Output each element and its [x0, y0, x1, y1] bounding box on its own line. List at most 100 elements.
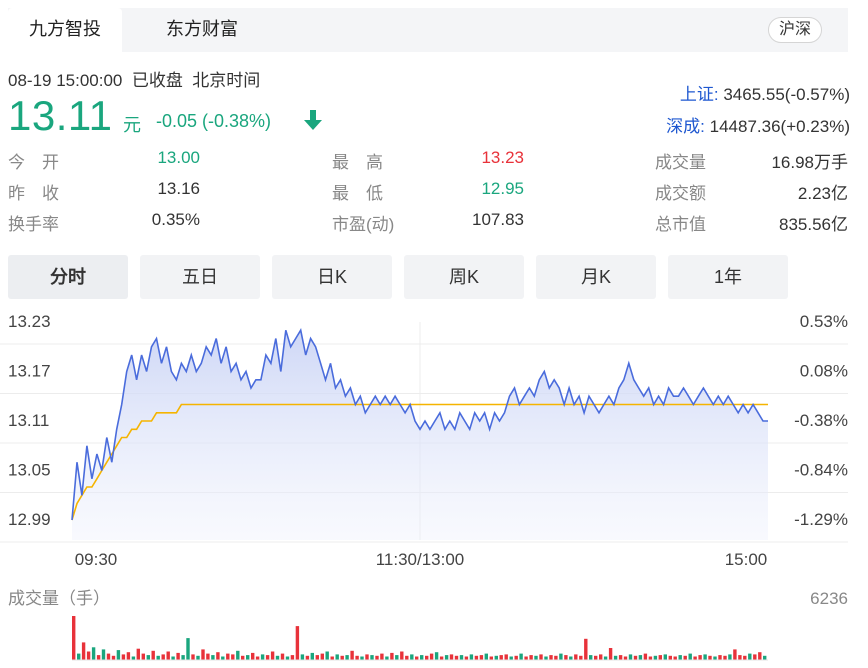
volume-bar	[370, 655, 374, 660]
intraday-chart[interactable]: 13.23 0.53% 13.17 0.08% 13.11 -0.38% 13.05 -0.8…	[0, 300, 868, 668]
volume-bar	[395, 655, 399, 660]
amount-value: 2.23亿	[797, 184, 848, 203]
volume-bar	[763, 655, 767, 660]
y-tick-label-left: 13.11	[8, 411, 49, 430]
volume-bar	[295, 626, 300, 660]
tab-weekly-k[interactable]: 周K	[404, 255, 524, 299]
volume-bar	[236, 650, 240, 660]
volume-bar	[365, 654, 369, 660]
price-change: -0.05 (-0.38%)	[156, 111, 272, 131]
volume-bar	[559, 653, 563, 660]
volume-bar	[514, 655, 518, 660]
volume-bar	[246, 655, 250, 660]
volume-bar	[753, 654, 757, 660]
volume-bar	[579, 655, 583, 660]
volume-bar	[678, 655, 682, 660]
pe-label: 市盈(动)	[332, 215, 395, 234]
volume-bar	[748, 653, 752, 660]
index-sh-name: 上证:	[679, 85, 719, 104]
arrow-down-icon	[302, 108, 324, 137]
volume-bar	[310, 652, 314, 660]
volume-bar	[156, 655, 160, 660]
volume-bar	[400, 651, 404, 660]
volume-bar	[330, 656, 334, 660]
volume-label: 成交量	[655, 153, 706, 172]
volume-bar	[529, 655, 533, 660]
volume-bar	[340, 655, 344, 660]
volume-bar	[161, 654, 165, 660]
volume-bar	[564, 655, 568, 660]
volume-bar	[539, 654, 543, 660]
y-tick-label-left: 12.99	[8, 510, 51, 529]
market-cap-label: 总市值	[655, 215, 706, 234]
volume-bar	[489, 656, 493, 660]
volume-bar	[201, 649, 205, 660]
volume-bar	[708, 655, 712, 660]
volume-max-label: 6236	[810, 589, 848, 608]
tab-monthly-k[interactable]: 月K	[536, 255, 656, 299]
index-sz[interactable]: 深成: 14487.36(+0.23%)	[666, 112, 850, 137]
volume-bar	[280, 653, 285, 660]
volume-bar	[599, 654, 603, 660]
volume-bar	[146, 655, 150, 660]
volume-bar	[648, 656, 653, 660]
volume-bar	[444, 655, 449, 660]
market-badge[interactable]: 沪深	[767, 17, 822, 43]
y-tick-label-right: -0.84%	[794, 461, 848, 480]
volume-bar	[633, 655, 638, 660]
volume-bar	[494, 655, 498, 660]
volume-bar	[91, 647, 96, 660]
volume-bar	[275, 655, 280, 660]
low-label: 最 低	[332, 184, 383, 203]
volume-bar	[350, 650, 354, 660]
volume-bar	[176, 652, 180, 660]
volume-bar	[693, 656, 697, 660]
tab-five-day[interactable]: 五日	[140, 255, 260, 299]
volume-bar	[196, 655, 200, 660]
volume-bar	[300, 654, 305, 660]
volume-bar	[703, 654, 707, 660]
volume-bar	[335, 654, 339, 660]
volume-bar	[653, 655, 658, 660]
index-sh[interactable]: 上证: 3465.55(-0.57%)	[680, 80, 850, 105]
y-tick-label-left: 13.23	[8, 312, 51, 331]
volume-bar	[126, 652, 131, 660]
volume-bar	[613, 655, 618, 660]
volume-bar	[603, 656, 608, 660]
volume-bar	[534, 655, 538, 660]
tab-jiufang[interactable]: 九方智投	[8, 8, 122, 52]
volume-bar	[713, 656, 717, 660]
tab-daily-k[interactable]: 日K	[272, 255, 392, 299]
volume-bar	[738, 655, 742, 660]
timezone-label: 北京时间	[192, 71, 261, 90]
volume-bar	[429, 653, 434, 660]
tab-eastmoney[interactable]: 东方财富	[142, 8, 262, 52]
volume-bar	[96, 655, 101, 660]
volume-bar	[718, 655, 722, 660]
market-status: 已收盘	[131, 71, 183, 90]
volume-bar	[405, 655, 409, 660]
y-tick-label-left: 13.17	[8, 362, 51, 381]
volume-bar	[325, 651, 329, 660]
source-tab-bar: 九方智投 东方财富 沪深	[8, 8, 848, 52]
volume-bar	[420, 655, 424, 660]
volume-bar	[72, 616, 76, 660]
volume-bar	[221, 656, 225, 660]
volume-bar	[499, 655, 503, 660]
volume-bar	[320, 653, 324, 660]
volume-bar	[469, 654, 474, 660]
volume-bar	[315, 655, 319, 660]
tab-one-year[interactable]: 1年	[668, 255, 788, 299]
volume-bar	[191, 654, 195, 660]
high-value: 13.23	[481, 148, 524, 167]
volume-bar	[241, 655, 245, 660]
volume-bar	[380, 653, 384, 660]
volume-bar	[81, 642, 86, 660]
volume-bar	[171, 656, 175, 660]
volume-bar	[549, 655, 553, 660]
volume-bar	[594, 655, 598, 660]
volume-bar	[449, 654, 454, 660]
amount-label: 成交额	[655, 184, 706, 203]
volume-bar	[434, 652, 439, 660]
tab-intraday[interactable]: 分时	[8, 255, 128, 299]
